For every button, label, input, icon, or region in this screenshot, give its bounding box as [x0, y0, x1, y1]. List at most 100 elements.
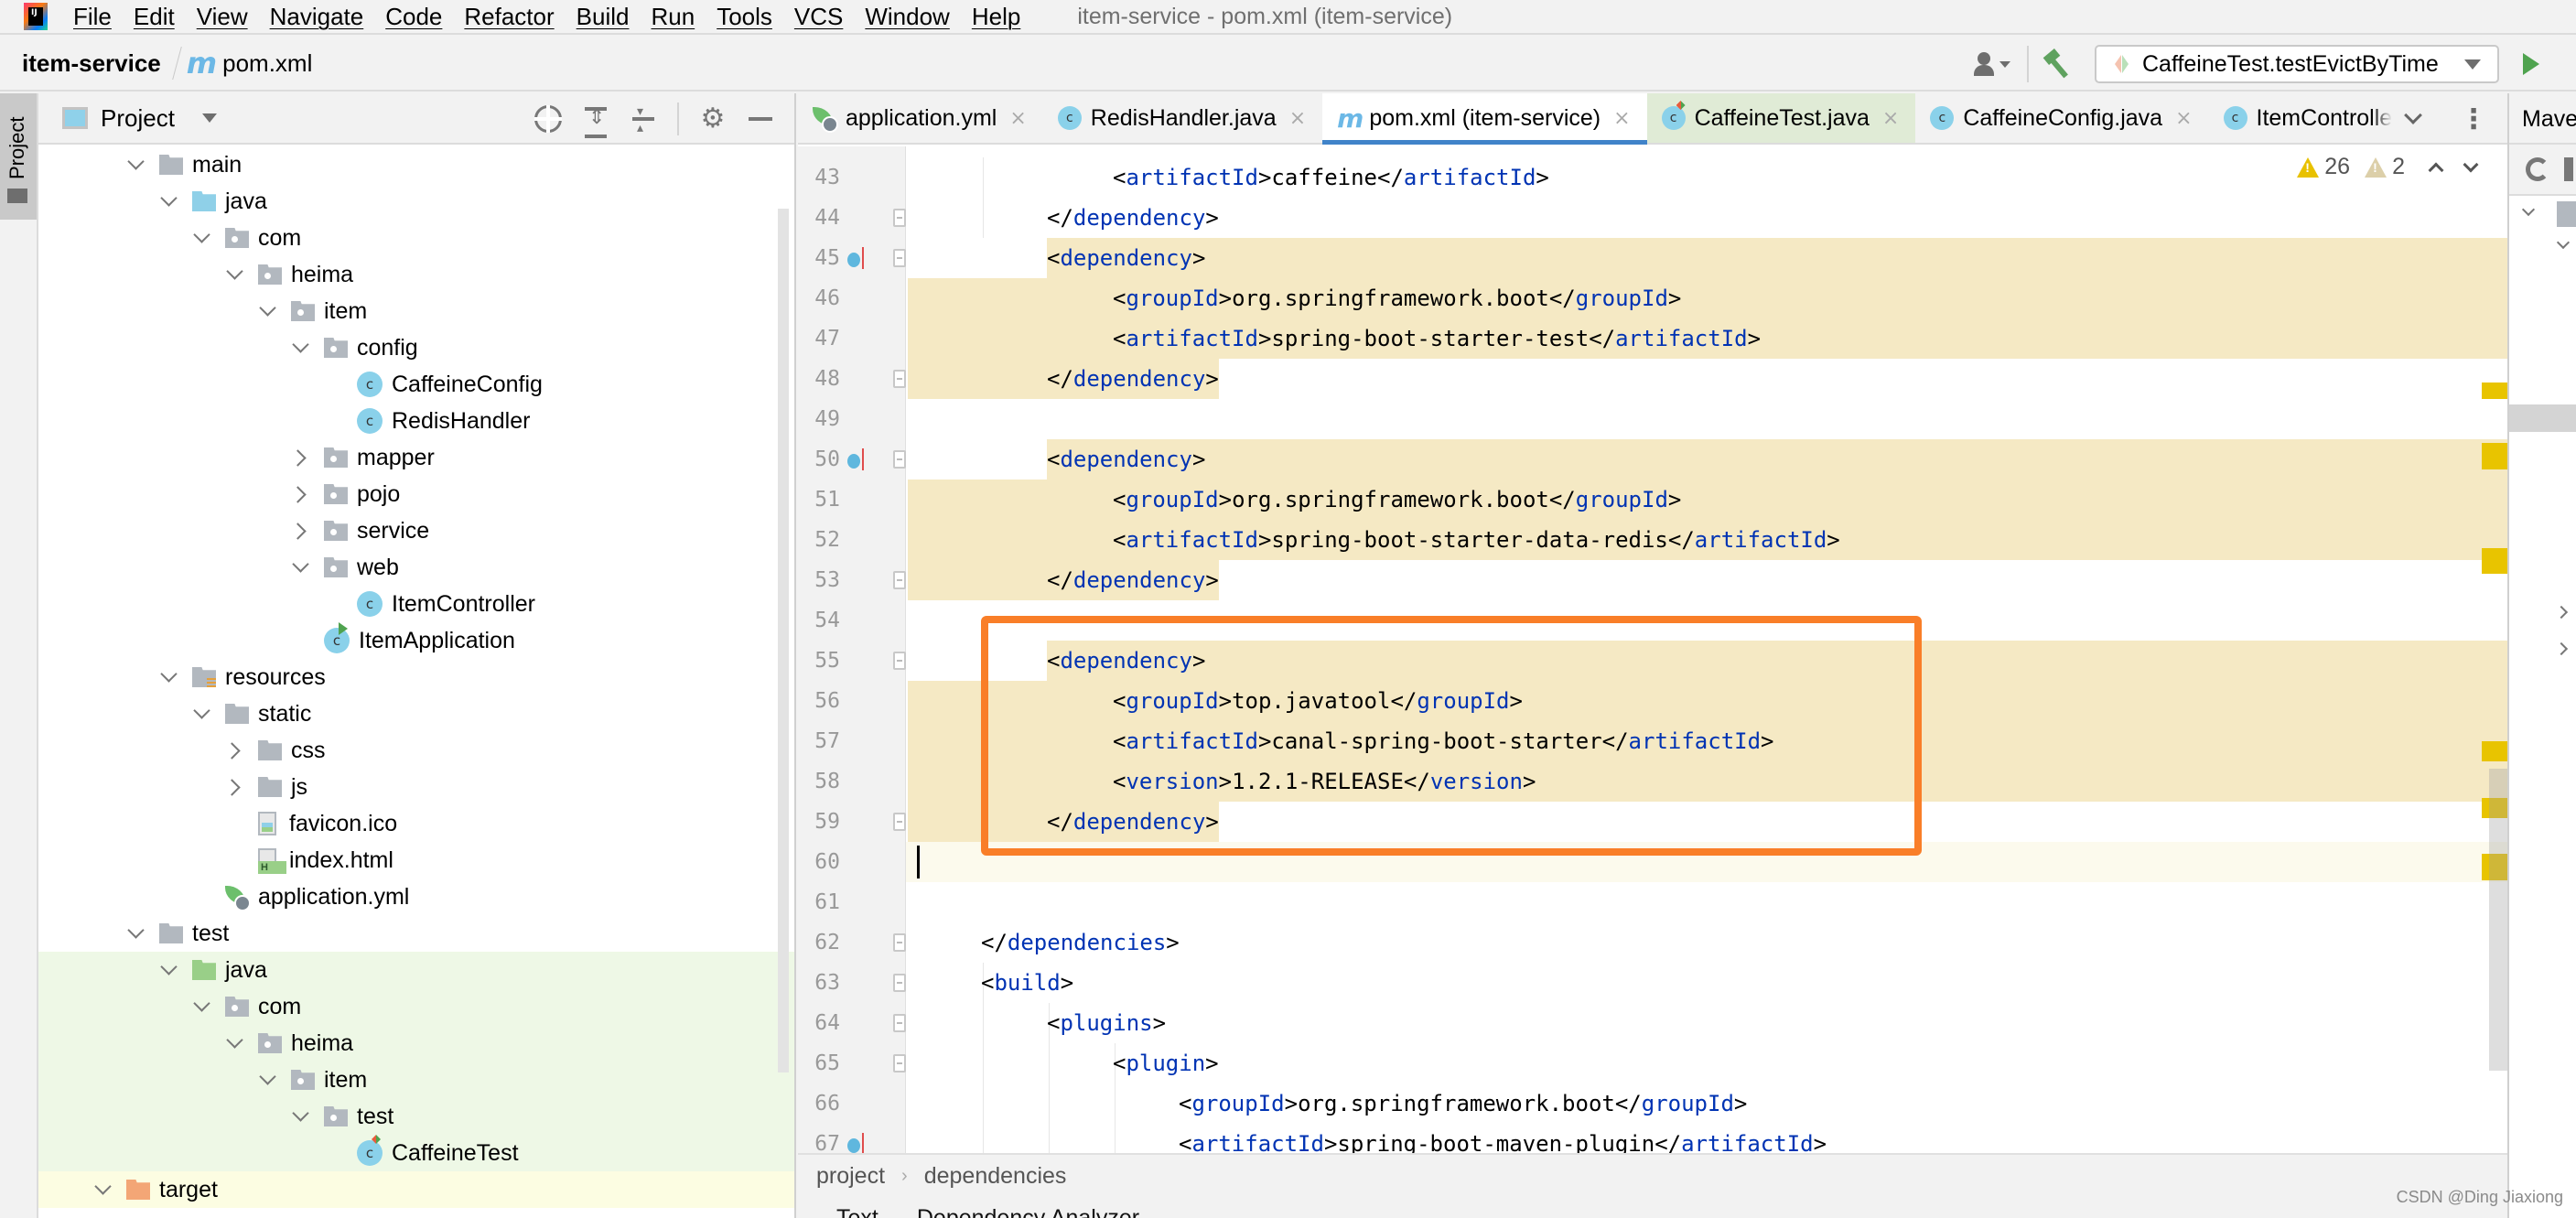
nav-crumb-project[interactable]: item-service — [22, 49, 161, 78]
tree-item[interactable]: js — [38, 769, 794, 805]
editor-tab[interactable]: c CaffeineTest.java × — [1646, 93, 1916, 143]
code-line[interactable]: 61 — [798, 882, 2507, 922]
code-line[interactable]: 52 <artifactId>spring-boot-starter-data-r… — [798, 520, 2507, 560]
maven-selected-row[interactable] — [2509, 404, 2576, 432]
chevron-down-icon[interactable] — [126, 915, 145, 952]
tree-item[interactable]: c CaffeineConfig — [38, 366, 794, 403]
inspection-widget[interactable]: 26 2 — [2297, 154, 2479, 180]
menu-vcs[interactable]: VCS — [794, 3, 843, 31]
code-line[interactable]: 60 — [798, 842, 2507, 882]
close-tab-icon[interactable]: × — [1882, 107, 1899, 130]
tree-item[interactable]: favicon.ico — [38, 805, 794, 842]
warning-stripe-marker[interactable] — [2482, 443, 2507, 469]
tree-item[interactable]: c CaffeineTest — [38, 1135, 794, 1171]
code-line[interactable]: 58 <version>1.2.1-RELEASE</version> — [798, 761, 2507, 802]
close-tab-icon[interactable]: × — [1289, 107, 1306, 130]
chevron-down-icon[interactable] — [159, 952, 178, 988]
chevron-down-icon[interactable] — [126, 146, 145, 183]
code-line[interactable]: 44 </dependency> — [798, 198, 2507, 238]
menu-edit[interactable]: Edit — [134, 3, 175, 31]
overrides-parent-icon[interactable] — [847, 1133, 864, 1153]
tree-item[interactable]: com — [38, 988, 794, 1025]
chevron-down-icon[interactable] — [159, 183, 178, 220]
tree-item[interactable]: heima — [38, 256, 794, 293]
code-line[interactable]: 66 <groupId>org.springframework.boot</gro… — [798, 1083, 2507, 1124]
build-hammer-icon[interactable] — [2042, 49, 2073, 80]
expand-all-icon[interactable] — [582, 105, 609, 138]
tree-item[interactable]: web — [38, 549, 794, 586]
code-line[interactable]: 57 <artifactId>canal-spring-boot-starter<… — [798, 721, 2507, 761]
locate-file-icon[interactable] — [534, 105, 562, 133]
chevron-down-icon[interactable] — [291, 1098, 309, 1135]
tree-item[interactable]: css — [38, 732, 794, 769]
code-line[interactable]: 45 <dependency> — [798, 238, 2507, 278]
warning-stripe-marker[interactable] — [2482, 383, 2507, 399]
maven-panel-title[interactable]: Maven — [2509, 93, 2576, 145]
warning-stripe-marker[interactable] — [2482, 741, 2507, 761]
overrides-parent-icon[interactable] — [847, 448, 864, 470]
code-line[interactable]: 63 <build> — [798, 963, 2507, 1003]
fold-marker-icon[interactable] — [893, 209, 906, 227]
editor-tab[interactable]: application.yml × — [798, 93, 1043, 143]
fold-marker-icon[interactable] — [893, 652, 906, 670]
fold-marker-icon[interactable] — [893, 571, 906, 589]
tree-item[interactable]: test — [38, 1098, 794, 1135]
fold-marker-icon[interactable] — [893, 974, 906, 992]
tree-item[interactable]: target — [38, 1171, 794, 1208]
menu-navigate[interactable]: Navigate — [270, 3, 364, 31]
tree-item[interactable]: resources — [38, 659, 794, 695]
code-line[interactable]: 47 <artifactId>spring-boot-starter-test</… — [798, 318, 2507, 359]
code-line[interactable]: 67 <artifactId>spring-boot-maven-plugin</… — [798, 1124, 2507, 1153]
code-line[interactable]: 49 — [798, 399, 2507, 439]
close-tab-icon[interactable]: × — [1613, 107, 1630, 130]
menu-refactor[interactable]: Refactor — [464, 3, 554, 31]
code-line[interactable]: 59 </dependency> — [798, 802, 2507, 842]
code-area[interactable]: 43 <artifactId>caffeine</artifactId> 44 </d… — [798, 146, 2507, 1153]
tree-item[interactable]: service — [38, 512, 794, 549]
code-line[interactable]: 53 </dependency> — [798, 560, 2507, 600]
chevron-down-icon[interactable] — [258, 293, 276, 329]
tree-item[interactable]: com — [38, 220, 794, 256]
fold-marker-icon[interactable] — [893, 249, 906, 267]
menu-help[interactable]: Help — [972, 3, 1020, 31]
tree-item[interactable]: application.yml — [38, 878, 794, 915]
chevron-right-icon[interactable] — [291, 476, 309, 512]
tree-item[interactable]: item — [38, 1062, 794, 1098]
code-line[interactable]: 50 <dependency> — [798, 439, 2507, 480]
tree-item[interactable]: c ItemController — [38, 586, 794, 622]
code-line[interactable]: 48 </dependency> — [798, 359, 2507, 399]
menu-code[interactable]: Code — [385, 3, 442, 31]
chevron-down-icon[interactable] — [159, 659, 178, 695]
collapse-all-icon[interactable] — [630, 103, 657, 136]
fold-marker-icon[interactable] — [893, 933, 906, 952]
menu-build[interactable]: Build — [577, 3, 630, 31]
fold-marker-icon[interactable] — [893, 450, 906, 469]
code-line[interactable]: 51 <groupId>org.springframework.boot</gro… — [798, 480, 2507, 520]
run-configuration-select[interactable]: CaffeineTest.testEvictByTime — [2095, 45, 2499, 83]
previous-highlight-icon[interactable] — [2428, 162, 2444, 178]
breadcrumb-project[interactable]: project — [816, 1163, 885, 1190]
chevron-down-icon[interactable] — [2404, 106, 2422, 124]
code-line[interactable]: 64 <plugins> — [798, 1003, 2507, 1043]
chevron-right-icon[interactable] — [225, 769, 243, 805]
breadcrumb-dependencies[interactable]: dependencies — [924, 1163, 1067, 1190]
fold-marker-icon[interactable] — [893, 1014, 906, 1032]
code-line[interactable]: 62 </dependencies> — [798, 922, 2507, 963]
project-tree-scrollbar[interactable] — [778, 209, 789, 1072]
maven-tree-row[interactable] — [2509, 232, 2576, 269]
fold-marker-icon[interactable] — [893, 370, 906, 388]
chevron-right-icon[interactable] — [291, 439, 309, 476]
code-line[interactable]: 55 <dependency> — [798, 641, 2507, 681]
menu-window[interactable]: Window — [865, 3, 949, 31]
tree-item[interactable]: java — [38, 952, 794, 988]
tree-item[interactable]: java — [38, 183, 794, 220]
tab-text[interactable]: Text — [836, 1197, 878, 1218]
chevron-right-icon[interactable] — [225, 732, 243, 769]
chevron-down-icon[interactable] — [201, 113, 217, 123]
maven-tool-icon[interactable] — [2564, 157, 2573, 181]
editor-tab[interactable]: c CaffeineConfig.java × — [1915, 93, 2208, 143]
tree-item[interactable]: pojo — [38, 476, 794, 512]
tree-item[interactable]: config — [38, 329, 794, 366]
chevron-down-icon[interactable] — [291, 549, 309, 586]
menu-view[interactable]: View — [197, 3, 248, 31]
